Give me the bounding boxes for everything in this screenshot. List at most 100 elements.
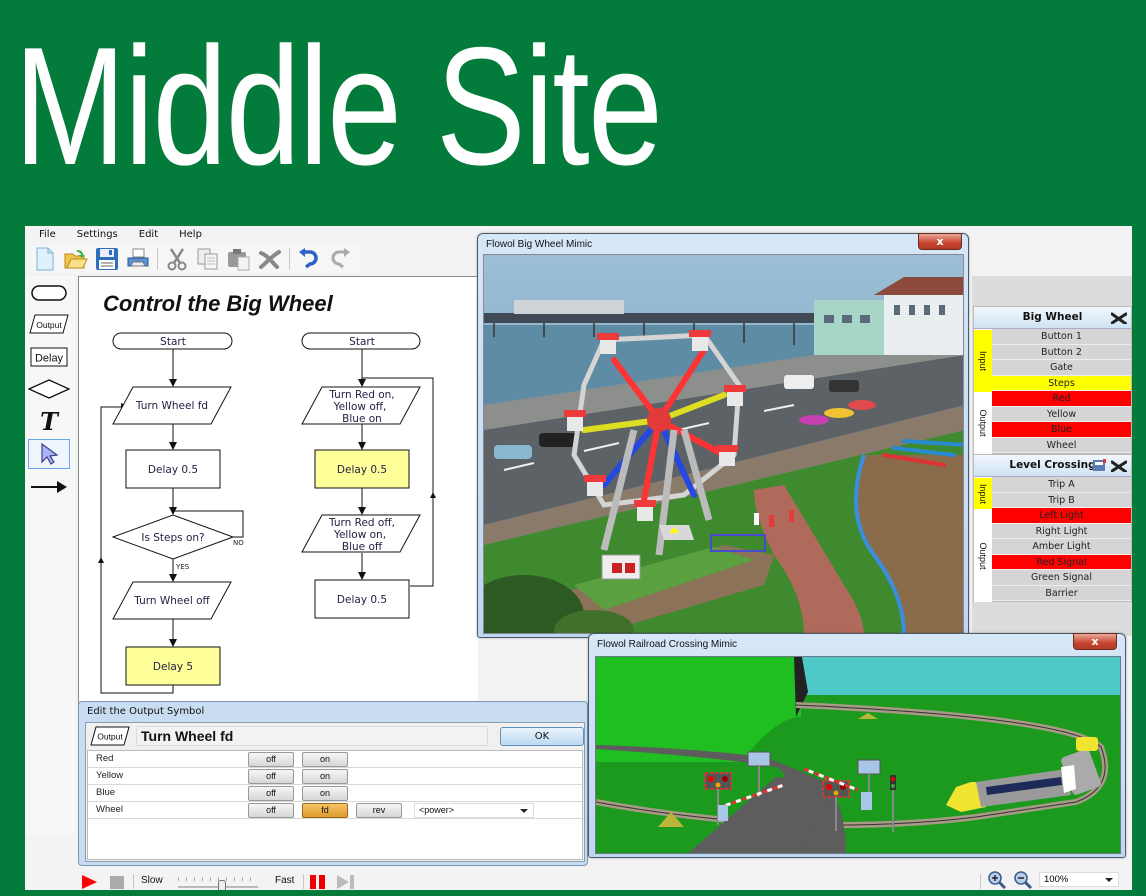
- paste-button[interactable]: [225, 246, 253, 272]
- off-button[interactable]: off: [248, 786, 294, 801]
- speed-slider-thumb[interactable]: [218, 880, 226, 890]
- menu-help[interactable]: Help: [165, 226, 209, 244]
- dropdown-caret-icon: [520, 809, 528, 813]
- off-button[interactable]: off: [248, 769, 294, 784]
- on-button[interactable]: on: [302, 752, 348, 767]
- row-label: Red: [96, 753, 114, 764]
- close-icon: x: [1091, 635, 1099, 648]
- ok-button[interactable]: OK: [500, 727, 584, 746]
- delay-symbol-tool[interactable]: Delay: [28, 342, 70, 372]
- menu-file[interactable]: File: [25, 226, 63, 244]
- output-right-light[interactable]: Right Light: [992, 523, 1131, 539]
- input-gate[interactable]: Gate: [992, 360, 1131, 376]
- device-title: Big Wheel: [1022, 311, 1083, 323]
- zoom-out-button[interactable]: [1013, 871, 1033, 889]
- input-button-1[interactable]: Button 1: [992, 329, 1131, 345]
- big-wheel-scene: [483, 254, 964, 634]
- output-red[interactable]: Red: [992, 391, 1131, 407]
- cut-button[interactable]: [163, 246, 191, 272]
- pause-button[interactable]: [310, 875, 326, 889]
- input-steps[interactable]: Steps: [992, 375, 1131, 391]
- input-group-label: Input: [974, 478, 992, 509]
- remove-device-icon[interactable]: [1111, 312, 1127, 324]
- reverse-button[interactable]: rev: [356, 803, 402, 818]
- forward-button[interactable]: fd: [302, 803, 348, 818]
- output-left-light[interactable]: Left Light: [992, 508, 1131, 524]
- menu-settings[interactable]: Settings: [63, 226, 125, 244]
- output-wheel[interactable]: Wheel: [992, 437, 1131, 453]
- output-row-blue: Blue off on: [88, 785, 584, 802]
- output-amber-light[interactable]: Amber Light: [992, 539, 1131, 555]
- off-button[interactable]: off: [248, 752, 294, 767]
- railroad-scene: [595, 656, 1121, 854]
- new-file-button[interactable]: [31, 246, 59, 272]
- off-button[interactable]: off: [248, 803, 294, 818]
- output-yellow[interactable]: Yellow: [992, 406, 1131, 422]
- big-wheel-mimic-window: Flowol Big Wheel Mimic x: [477, 233, 969, 638]
- zoom-level-select[interactable]: 100%: [1039, 872, 1119, 887]
- print-button[interactable]: [124, 246, 152, 272]
- undo-icon: [299, 248, 318, 269]
- output-symbol-tool[interactable]: Output: [28, 309, 70, 339]
- device-title: Level Crossing: [1009, 459, 1096, 471]
- power-select[interactable]: <power>: [414, 803, 534, 818]
- input-trip-b[interactable]: Trip B: [992, 492, 1131, 508]
- output-blue[interactable]: Blue: [992, 422, 1131, 438]
- output-red-signal[interactable]: Red Signal: [992, 554, 1131, 570]
- output-barrier[interactable]: Barrier: [992, 585, 1131, 601]
- run-play-button[interactable]: [82, 875, 97, 889]
- output-symbol-badge-icon: Output: [90, 726, 130, 746]
- flowol-app-window: File Settings Edit Help Output Delay T C…: [25, 226, 1132, 890]
- device-big-wheel: Big Wheel Input Output Button 1 Button 2…: [973, 306, 1132, 454]
- close-button[interactable]: x: [918, 233, 962, 250]
- separator: [133, 874, 134, 889]
- output-group-label: Output: [974, 509, 992, 602]
- input-trip-a[interactable]: Trip A: [992, 477, 1131, 493]
- start-stop-symbol-tool[interactable]: [28, 278, 70, 308]
- flowchart-canvas[interactable]: Control the Big Wheel Start Turn Wheel f…: [78, 276, 478, 706]
- cut-icon: [167, 248, 187, 271]
- delete-button[interactable]: [256, 246, 284, 272]
- device-header: Big Wheel: [974, 307, 1131, 329]
- output-green-signal[interactable]: Green Signal: [992, 570, 1131, 586]
- car: [494, 445, 532, 459]
- text-tool-icon: T: [40, 406, 58, 436]
- run-stop-button[interactable]: [110, 876, 124, 889]
- input-button-2[interactable]: Button 2: [992, 344, 1131, 360]
- undo-button[interactable]: [295, 246, 323, 272]
- redo-button[interactable]: [326, 246, 354, 272]
- copy-button[interactable]: [194, 246, 222, 272]
- connector-tool[interactable]: [28, 472, 70, 502]
- output-group-label: Output: [974, 392, 992, 454]
- on-button[interactable]: on: [302, 769, 348, 784]
- remove-device-icon[interactable]: [1111, 460, 1127, 472]
- decision-shape-icon: [28, 379, 70, 399]
- redo-icon: [331, 248, 350, 269]
- text-tool[interactable]: T: [28, 406, 70, 436]
- railroad-crossing-mimic-window: Flowol Railroad Crossing Mimic x: [588, 633, 1126, 858]
- row-label: Yellow: [96, 770, 124, 781]
- zoom-in-button[interactable]: [987, 871, 1007, 889]
- output-label-line: Blue off: [342, 541, 383, 553]
- loop-arrowhead: [430, 492, 436, 498]
- delay-shape-icon: Delay: [30, 347, 68, 367]
- open-button[interactable]: [62, 246, 90, 272]
- open-folder-icon: [64, 250, 88, 269]
- menu-edit[interactable]: Edit: [125, 226, 165, 244]
- speed-fast-label: Fast: [275, 875, 295, 886]
- output-shape-icon: Output: [29, 314, 69, 334]
- symbol-palette: Output Delay T: [25, 276, 75, 836]
- decision-symbol-tool[interactable]: [28, 374, 70, 404]
- pointer-tool[interactable]: [28, 439, 70, 469]
- step-button[interactable]: [337, 875, 355, 889]
- close-button[interactable]: x: [1073, 633, 1117, 650]
- pointer-arrow-icon: [41, 442, 59, 465]
- on-button[interactable]: on: [302, 786, 348, 801]
- paste-icon: [228, 249, 250, 271]
- device-settings-icon[interactable]: [1093, 459, 1107, 472]
- save-button[interactable]: [93, 246, 121, 272]
- new-file-icon: [36, 247, 54, 271]
- symbol-name-field[interactable]: Turn Wheel fd: [136, 726, 488, 746]
- delay-label: Delay 0.5: [148, 464, 198, 476]
- separator: [303, 874, 304, 889]
